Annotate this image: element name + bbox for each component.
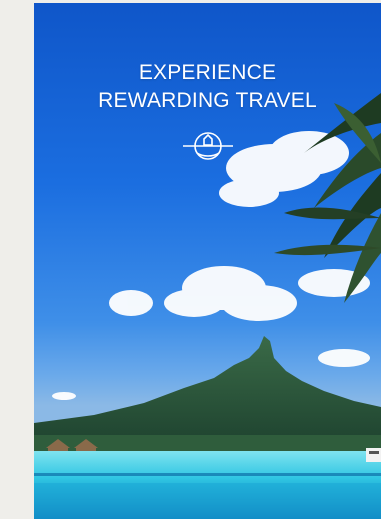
compass-emblem-icon <box>183 132 233 160</box>
boat <box>366 448 381 462</box>
hero-banner[interactable]: EXPERIENCE REWARDING TRAVEL <box>34 3 381 519</box>
clouds <box>52 131 370 400</box>
headline-line-2: REWARDING TRAVEL <box>98 89 317 112</box>
headline-line-1: EXPERIENCE <box>138 61 277 84</box>
hero-headline: EXPERIENCE REWARDING TRAVEL <box>34 59 381 115</box>
page: EXPERIENCE REWARDING TRAVEL <box>0 0 381 519</box>
